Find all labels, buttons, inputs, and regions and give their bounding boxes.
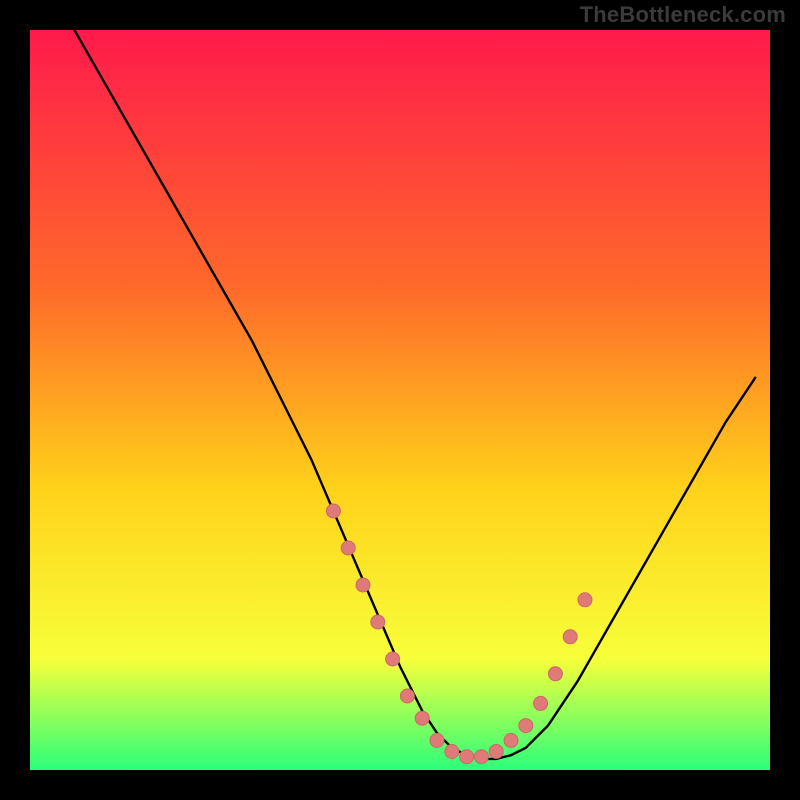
marker-point [400, 689, 414, 703]
marker-point [356, 578, 370, 592]
marker-point [386, 652, 400, 666]
marker-point [489, 745, 503, 759]
chart-svg [0, 0, 800, 800]
marker-point [445, 745, 459, 759]
marker-point [578, 593, 592, 607]
marker-point [474, 750, 488, 764]
chart-stage: { "watermark": "TheBottleneck.com", "col… [0, 0, 800, 800]
marker-point [563, 630, 577, 644]
marker-point [341, 541, 355, 555]
marker-point [460, 750, 474, 764]
marker-point [430, 733, 444, 747]
marker-point [504, 733, 518, 747]
marker-point [415, 711, 429, 725]
marker-point [534, 696, 548, 710]
marker-point [548, 667, 562, 681]
marker-point [371, 615, 385, 629]
marker-point [326, 504, 340, 518]
marker-point [519, 719, 533, 733]
